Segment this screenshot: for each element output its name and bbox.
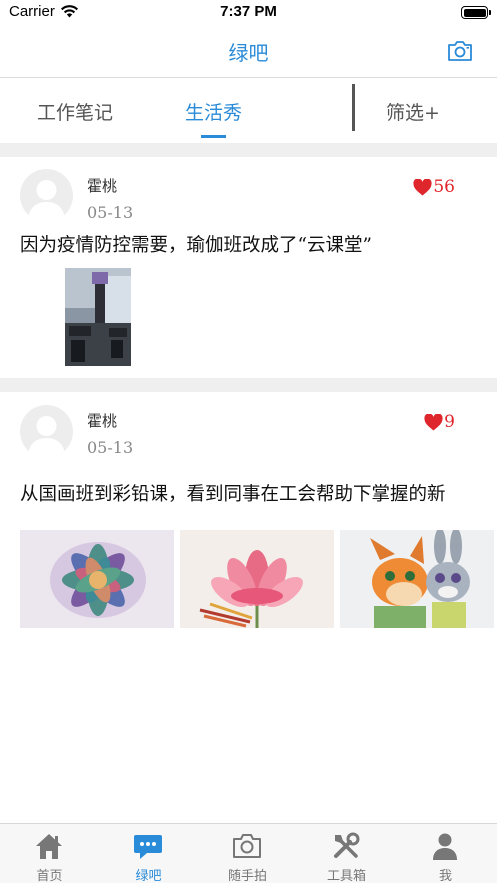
post-date: 05-13	[87, 203, 134, 222]
post-image[interactable]	[20, 530, 174, 628]
heart-icon	[413, 178, 432, 195]
active-tab-indicator	[201, 135, 226, 138]
filter-button[interactable]: 筛选+	[386, 98, 440, 125]
post-image[interactable]	[65, 268, 131, 366]
avatar[interactable]	[20, 405, 73, 458]
classroom-photo	[65, 268, 131, 366]
default-avatar-icon	[28, 180, 65, 222]
battery-icon	[461, 6, 491, 19]
default-avatar-icon	[28, 416, 65, 458]
section-separator	[0, 143, 497, 157]
tab-home[interactable]: 首页	[0, 824, 99, 883]
post-image[interactable]	[340, 530, 494, 628]
like-button[interactable]: 9	[424, 412, 455, 432]
post-author[interactable]: 霍桃	[87, 175, 117, 196]
tab-home-label: 首页	[36, 869, 63, 883]
tab-work-notes[interactable]: 工作笔记	[37, 98, 113, 125]
tab-lvba-label: 绿吧	[135, 869, 162, 883]
like-count: 9	[444, 412, 455, 432]
avatar[interactable]	[20, 169, 73, 222]
page-title: 绿吧	[228, 41, 269, 65]
segment-tabs: 工作笔记 生活秀 筛选+	[0, 78, 497, 143]
tools-icon	[334, 832, 360, 858]
tab-me-label: 我	[438, 869, 452, 883]
post-author[interactable]: 霍桃	[87, 410, 117, 431]
chat-bubble-icon	[134, 835, 162, 859]
post-date: 05-13	[87, 438, 134, 457]
like-count: 56	[433, 177, 455, 197]
bottom-tab-bar: 首页 绿吧 随手拍 工具箱 我	[0, 823, 497, 883]
post-image[interactable]	[180, 530, 334, 628]
camera-icon	[233, 834, 261, 858]
tab-life-show[interactable]: 生活秀	[185, 98, 242, 125]
tab-me[interactable]: 我	[396, 824, 495, 883]
tab-divider	[352, 84, 355, 131]
post-text: 因为疫情防控需要，瑜伽班改成了“云课堂”	[20, 235, 372, 256]
post-card[interactable]: 霍桃 05-13 56 因为疫情防控需要，瑜伽班改成了“云课堂”	[0, 157, 497, 378]
heart-icon	[424, 413, 443, 430]
lotus-drawing	[180, 530, 334, 628]
tab-toolbox-label: 工具箱	[326, 869, 366, 883]
tab-toolbox[interactable]: 工具箱	[297, 824, 396, 883]
tab-lvba[interactable]: 绿吧	[99, 824, 198, 883]
succulent-painting	[20, 530, 174, 628]
tab-snapshot-label: 随手拍	[227, 869, 267, 883]
nav-bar: 绿吧	[0, 26, 497, 78]
status-bar: Carrier 7:37 PM	[0, 0, 497, 26]
person-icon	[433, 833, 457, 860]
section-separator	[0, 378, 497, 392]
status-time: 7:37 PM	[220, 3, 277, 20]
tab-snapshot[interactable]: 随手拍	[198, 824, 297, 883]
post-text: 从国画班到彩铅课，看到同事在工会帮助下掌握的新	[20, 484, 446, 505]
like-button[interactable]: 56	[413, 177, 455, 197]
home-icon	[36, 834, 62, 859]
post-card[interactable]: 霍桃 05-13 9 从国画班到彩铅课，看到同事在工会帮助下掌握的新	[0, 392, 497, 642]
camera-icon[interactable]	[447, 40, 473, 62]
fox-and-rabbit-drawing	[340, 530, 494, 628]
